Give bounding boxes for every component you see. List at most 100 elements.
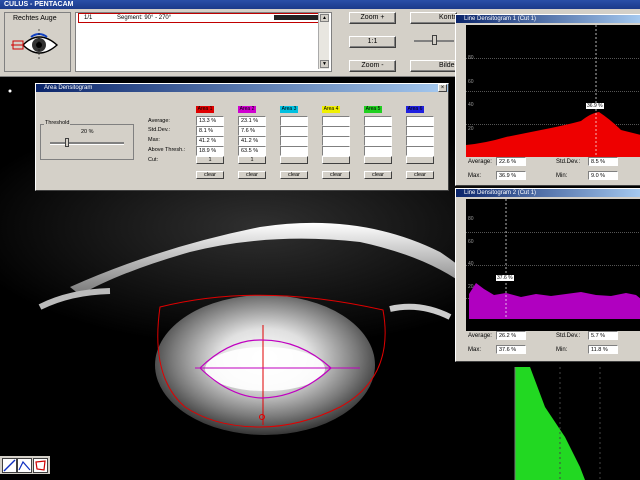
scroll-up-icon[interactable]: ▲ bbox=[320, 14, 329, 22]
segment-list-item[interactable]: 1/1 Segment: 90° - 270° bbox=[78, 13, 328, 23]
row-label-above-threshold: Above Thresh.: bbox=[148, 147, 186, 153]
scroll-down-icon[interactable]: ▼ bbox=[320, 60, 329, 68]
area-5-cut-button[interactable] bbox=[364, 156, 392, 164]
area-2-tag[interactable]: Area 2 bbox=[238, 106, 256, 113]
area-4-stddev-field[interactable] bbox=[322, 126, 350, 136]
area-2-max-field[interactable]: 41.2 % bbox=[238, 136, 266, 146]
stat-stddev-label: Std.Dev.: bbox=[556, 333, 581, 339]
area-5-tag[interactable]: Area 5 bbox=[364, 106, 382, 113]
area-2-stddev-field[interactable]: 7.6 % bbox=[238, 126, 266, 136]
stat-min-value: 11.8 % bbox=[588, 345, 618, 354]
area-4-clear-button[interactable]: clear bbox=[322, 171, 350, 179]
area-densitogram-window: Area Densitogram × Threshold 20 % Averag… bbox=[35, 83, 449, 191]
area-4-cut-button[interactable] bbox=[322, 156, 350, 164]
line-densitogram-2-window: Line Densitogram 2 (Cut 1) 80 60 40 20 3… bbox=[455, 188, 640, 362]
line-tool-icon[interactable] bbox=[2, 458, 17, 473]
zoom-out-button[interactable]: Zoom - bbox=[349, 60, 396, 72]
area-1-cut-button[interactable]: 1 bbox=[196, 156, 224, 164]
area-6-max-field[interactable] bbox=[406, 136, 434, 146]
area-densitogram-title: Area Densitogram bbox=[44, 85, 93, 91]
area-1-tag[interactable]: Area 1 bbox=[196, 106, 214, 113]
area-1-above-field[interactable]: 18.9 % bbox=[196, 146, 224, 156]
contrast-slider-handle[interactable] bbox=[432, 35, 437, 45]
segment-text: Segment: 90° - 270° bbox=[117, 15, 172, 21]
row-label-stddev: Std.Dev.: bbox=[148, 127, 171, 133]
stat-max-label: Max: bbox=[468, 173, 482, 179]
area-4-tag[interactable]: Area 4 bbox=[322, 106, 340, 113]
row-label-average: Average: bbox=[148, 118, 170, 124]
area-1-clear-button[interactable]: clear bbox=[196, 171, 224, 179]
stat-max-label: Max: bbox=[468, 347, 482, 353]
stat-stddev-value: 5.7 % bbox=[588, 331, 618, 340]
peak-value-label: 37.6 % bbox=[496, 275, 514, 281]
polyline-tool-icon[interactable] bbox=[17, 458, 32, 473]
area-6-average-field[interactable] bbox=[406, 116, 434, 126]
row-label-cut: Cut: bbox=[148, 157, 159, 163]
area-3-above-field[interactable] bbox=[280, 146, 308, 156]
area-1-stddev-field[interactable]: 8.1 % bbox=[196, 126, 224, 136]
zoom-in-button[interactable]: Zoom + bbox=[349, 12, 396, 24]
area-5-clear-button[interactable]: clear bbox=[364, 171, 392, 179]
stat-min-label: Min: bbox=[556, 347, 568, 353]
contrast-button[interactable]: Kontr bbox=[410, 12, 457, 24]
area-3-stddev-field[interactable] bbox=[280, 126, 308, 136]
stat-max-value: 37.6 % bbox=[496, 345, 526, 354]
area-5-stddev-field[interactable] bbox=[364, 126, 392, 136]
line-densitogram-1-window: Line Densitogram 1 (Cut 1) 80 60 40 20 3… bbox=[455, 14, 640, 186]
area-1-max-field[interactable]: 41.2 % bbox=[196, 136, 224, 146]
zoom-reset-button[interactable]: 1:1 bbox=[349, 36, 396, 48]
line-densitogram-2-curve bbox=[469, 199, 640, 319]
stat-average-value: 26.2 % bbox=[496, 331, 526, 340]
line-densitogram-1-curve bbox=[466, 25, 640, 157]
threshold-value: 20 % bbox=[81, 129, 94, 135]
area-5-above-field[interactable] bbox=[364, 146, 392, 156]
stat-stddev-label: Std.Dev.: bbox=[556, 159, 581, 165]
eye-icon bbox=[11, 29, 59, 61]
stat-stddev-value: 8.5 % bbox=[588, 157, 618, 166]
threshold-slider-track[interactable] bbox=[50, 142, 124, 145]
app-title: CULUS - PENTACAM bbox=[4, 1, 74, 8]
area-5-average-field[interactable] bbox=[364, 116, 392, 126]
eye-label: Rechtes Auge bbox=[13, 15, 57, 22]
area-3-average-field[interactable] bbox=[280, 116, 308, 126]
line-densitogram-2-title-bar: Line Densitogram 2 (Cut 1) bbox=[456, 189, 640, 197]
area-6-stddev-field[interactable] bbox=[406, 126, 434, 136]
area-3-cut-button[interactable] bbox=[280, 156, 308, 164]
area-densitogram-title-bar: Area Densitogram × bbox=[36, 84, 448, 92]
stat-max-value: 36.9 % bbox=[496, 171, 526, 180]
row-label-max: Max: bbox=[148, 137, 160, 143]
area-5-max-field[interactable] bbox=[364, 136, 392, 146]
segment-list-scrollbar[interactable]: ▲ ▼ bbox=[318, 13, 329, 69]
area-4-above-field[interactable] bbox=[322, 146, 350, 156]
eye-selector-panel[interactable]: Rechtes Auge bbox=[4, 12, 71, 72]
area-2-above-field[interactable]: 63.5 % bbox=[238, 146, 266, 156]
area-2-average-field[interactable]: 23.1 % bbox=[238, 116, 266, 126]
line-densitogram-1-title-bar: Line Densitogram 1 (Cut 1) bbox=[456, 15, 640, 23]
stat-average-value: 22.6 % bbox=[496, 157, 526, 166]
stat-min-value: 9.0 % bbox=[588, 171, 618, 180]
segment-index: 1/1 bbox=[84, 15, 93, 21]
images-button[interactable]: Bilder bbox=[410, 60, 457, 72]
segment-highlight bbox=[274, 15, 324, 20]
area-2-cut-button[interactable]: 1 bbox=[238, 156, 266, 164]
area-6-tag[interactable]: Area 6 bbox=[406, 106, 424, 113]
app-title-bar: CULUS - PENTACAM bbox=[0, 0, 640, 9]
stat-min-label: Min: bbox=[556, 173, 568, 179]
area-tool-icon[interactable] bbox=[33, 458, 48, 473]
stat-average-label: Average: bbox=[468, 333, 492, 339]
area-3-clear-button[interactable]: clear bbox=[280, 171, 308, 179]
area-6-cut-button[interactable] bbox=[406, 156, 434, 164]
area-3-max-field[interactable] bbox=[280, 136, 308, 146]
area-2-clear-button[interactable]: clear bbox=[238, 171, 266, 179]
threshold-slider-handle[interactable] bbox=[64, 138, 69, 147]
area-3-tag[interactable]: Area 3 bbox=[280, 106, 298, 113]
area-6-clear-button[interactable]: clear bbox=[406, 171, 434, 179]
line-densitogram-1-title: Line Densitogram 1 (Cut 1) bbox=[464, 16, 537, 22]
stat-average-label: Average: bbox=[468, 159, 492, 165]
area-1-average-field[interactable]: 13.3 % bbox=[196, 116, 224, 126]
area-4-max-field[interactable] bbox=[322, 136, 350, 146]
area-4-average-field[interactable] bbox=[322, 116, 350, 126]
close-icon[interactable]: × bbox=[438, 84, 447, 92]
area-6-above-field[interactable] bbox=[406, 146, 434, 156]
line-densitogram-1-plot: 80 60 40 20 36.9 % bbox=[466, 25, 640, 157]
